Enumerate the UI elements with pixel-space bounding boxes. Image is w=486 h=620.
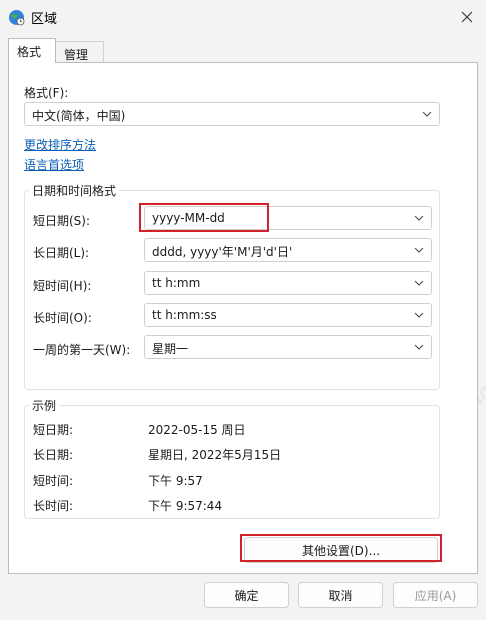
chevron-down-icon	[422, 111, 432, 117]
first-day-of-week-value: 星期一	[152, 342, 189, 356]
close-icon	[461, 11, 473, 23]
first-day-of-week-label: 一周的第一天(W):	[33, 343, 131, 357]
short-date-select[interactable]: yyyy-MM-dd	[144, 206, 432, 230]
title-bar: 区域	[0, 0, 486, 34]
long-date-select[interactable]: dddd, yyyy'年'M'月'd'日'	[144, 238, 432, 262]
chevron-down-icon	[414, 247, 424, 253]
long-date-label: 长日期(L):	[33, 246, 90, 260]
chevron-down-icon	[414, 280, 424, 286]
short-time-label: 短时间(H):	[33, 279, 92, 293]
other-settings-button[interactable]: 其他设置(D)...	[244, 537, 438, 563]
change-sort-method-link[interactable]: 更改排序方法	[24, 136, 96, 153]
ok-button[interactable]: 确定	[204, 582, 289, 608]
examples-group-title: 示例	[29, 397, 60, 414]
format-value: 中文(简体，中国)	[32, 109, 126, 123]
globe-clock-icon	[9, 10, 25, 26]
chevron-down-icon	[414, 344, 424, 350]
short-time-value: tt h:mm	[152, 276, 201, 290]
long-time-select[interactable]: tt h:mm:ss	[144, 303, 432, 327]
example-short-time-value: 下午 9:57	[148, 474, 203, 488]
example-long-time-value: 下午 9:57:44	[148, 499, 223, 513]
close-button[interactable]	[448, 0, 486, 34]
format-label: 格式(F):	[24, 86, 69, 100]
chevron-down-icon	[414, 312, 424, 318]
datetime-format-group-title: 日期和时间格式	[29, 182, 120, 199]
example-short-date-value: 2022-05-15 周日	[148, 423, 246, 437]
format-select[interactable]: 中文(简体，中国)	[24, 102, 440, 126]
example-long-time-label: 长时间:	[33, 499, 74, 513]
example-short-time-label: 短时间:	[33, 474, 74, 488]
window-title: 区域	[31, 12, 58, 27]
apply-button[interactable]: 应用(A)	[393, 582, 478, 608]
cancel-button[interactable]: 取消	[298, 582, 383, 608]
tab-manage[interactable]: 管理	[56, 41, 104, 63]
language-preferences-link[interactable]: 语言首选项	[24, 156, 84, 173]
example-long-date-value: 星期日, 2022年5月15日	[148, 448, 282, 462]
short-time-select[interactable]: tt h:mm	[144, 271, 432, 295]
short-date-label: 短日期(S):	[33, 214, 91, 228]
chevron-down-icon	[414, 215, 424, 221]
long-time-value: tt h:mm:ss	[152, 308, 217, 322]
short-date-value: yyyy-MM-dd	[152, 211, 225, 225]
example-long-date-label: 长日期:	[33, 448, 74, 462]
long-date-value: dddd, yyyy'年'M'月'd'日'	[152, 245, 293, 259]
first-day-of-week-select[interactable]: 星期一	[144, 335, 432, 359]
tab-format[interactable]: 格式	[8, 38, 56, 63]
long-time-label: 长时间(O):	[33, 311, 92, 325]
example-short-date-label: 短日期:	[33, 423, 74, 437]
